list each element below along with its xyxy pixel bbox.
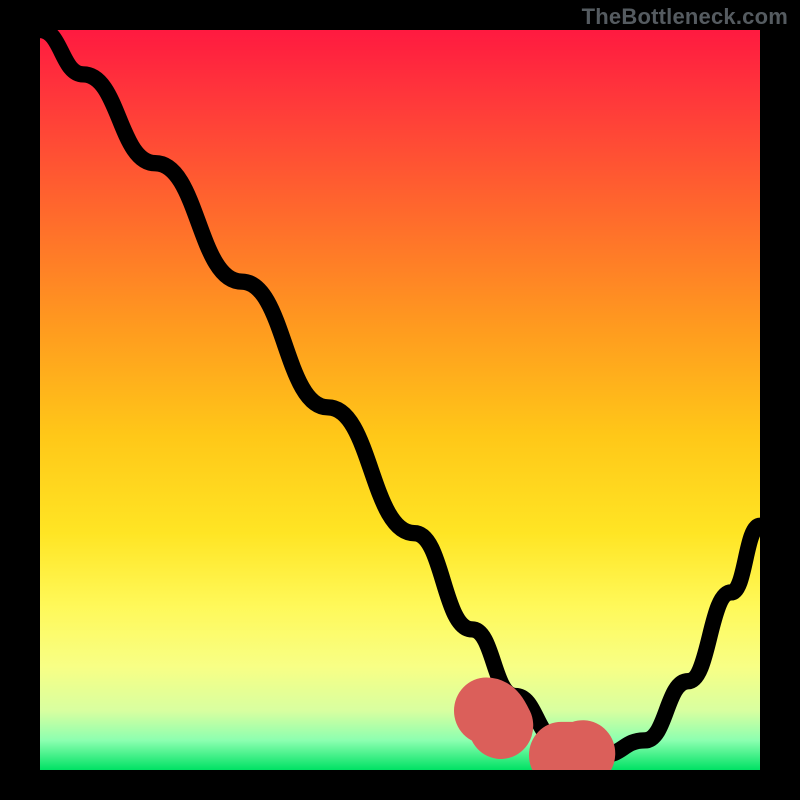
plot-area — [40, 30, 760, 770]
bottleneck-curve — [40, 30, 760, 755]
watermark-text: TheBottleneck.com — [582, 4, 788, 30]
chart-frame: TheBottleneck.com — [0, 0, 800, 800]
bottom-accent-curve — [486, 711, 630, 755]
curve-layer — [40, 30, 760, 770]
